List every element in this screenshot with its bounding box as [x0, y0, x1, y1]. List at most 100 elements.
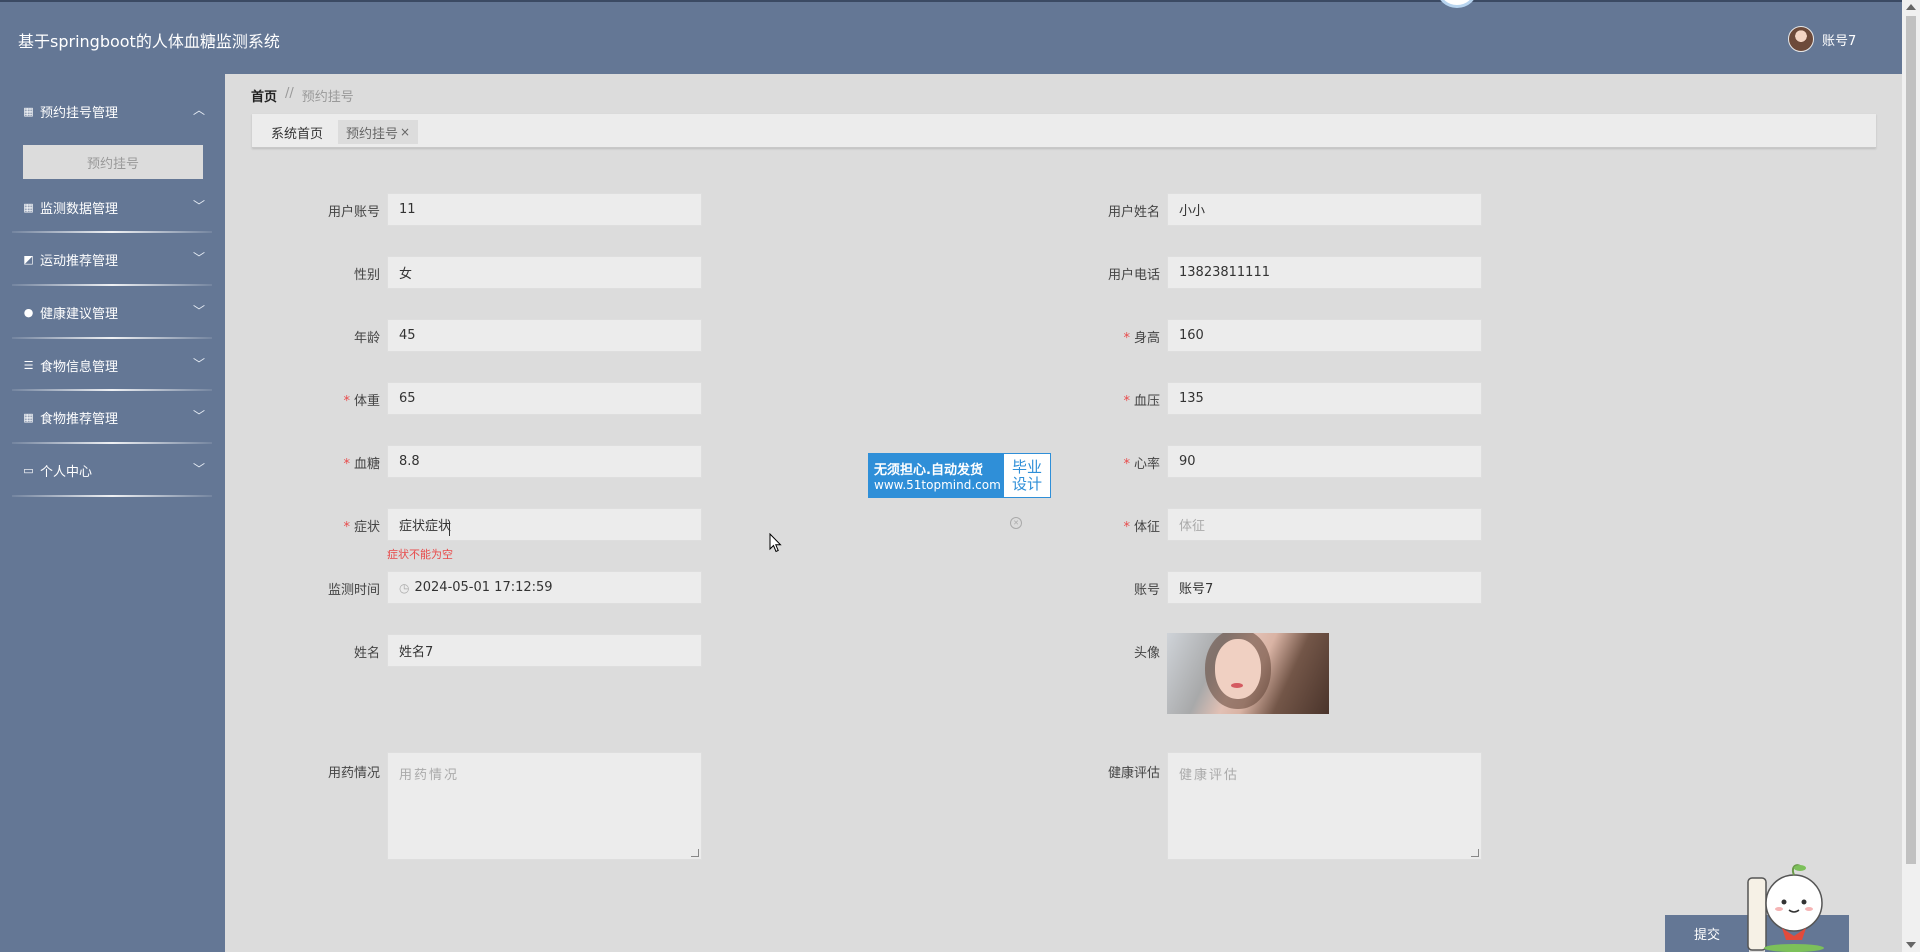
- watermark-right: 毕业 设计: [1004, 454, 1050, 497]
- blood-sugar-label: * 血糖: [343, 457, 380, 472]
- watermark-right-line1: 毕业: [1011, 457, 1042, 476]
- avatar-image[interactable]: [1167, 633, 1329, 714]
- sign-label: * 体征: [1123, 520, 1160, 535]
- monitor-time-field[interactable]: ◷ 2024-05-01 17:12:59: [387, 571, 702, 604]
- user-name-label: 用户姓名: [1107, 205, 1160, 220]
- health-eval-textarea[interactable]: 健康评估: [1167, 752, 1482, 860]
- account-field[interactable]: 账号7: [1167, 571, 1482, 604]
- breadcrumb: 首页 // 预约挂号: [251, 86, 354, 105]
- age-label: 年龄: [353, 331, 380, 346]
- chevron-down-icon: ﹀: [192, 199, 205, 213]
- menu-divider: [12, 337, 212, 339]
- medication-textarea[interactable]: 用药情况: [387, 752, 702, 860]
- sidebar-item-label: 运动推荐管理: [40, 253, 119, 269]
- symptom-field[interactable]: 症状症状: [387, 508, 702, 541]
- gender-field[interactable]: 女: [387, 256, 702, 289]
- blood-pressure-label: * 血压: [1123, 394, 1160, 409]
- mascot-icon: [1747, 864, 1824, 952]
- clear-circle-icon[interactable]: ✕: [1010, 517, 1022, 529]
- chevron-down-icon: ﹀: [192, 409, 205, 423]
- health-eval-placeholder: 健康评估: [1179, 768, 1240, 783]
- sign-field[interactable]: 体征: [1167, 508, 1482, 541]
- tab-bar: 系统首页 预约挂号 ×: [252, 114, 1876, 148]
- sidebar-item-appointment[interactable]: ▦ 预约挂号管理 ︿: [0, 90, 225, 132]
- text-caret: [449, 522, 450, 536]
- name-field[interactable]: 姓名7: [387, 634, 702, 667]
- chevron-up-icon: ︿: [192, 103, 205, 117]
- sidebar-item-label: 监测数据管理: [40, 201, 119, 217]
- tab-label: 预约挂号: [346, 126, 399, 142]
- avatar-face-shape: [1215, 639, 1261, 699]
- chart-icon: ◩: [23, 252, 34, 266]
- user-phone-field[interactable]: 13823811111: [1167, 256, 1482, 289]
- sidebar-item-food-recommend[interactable]: ▦ 食物推荐管理 ﹀: [0, 396, 225, 438]
- menu-divider: [12, 495, 212, 497]
- chevron-down-icon: ﹀: [192, 304, 205, 318]
- scroll-up-arrow-icon[interactable]: [1906, 4, 1916, 10]
- user-menu[interactable]: 账号7: [1788, 26, 1856, 52]
- sidebar-item-exercise[interactable]: ◩ 运动推荐管理 ﹀: [0, 238, 225, 280]
- name-label: 姓名: [353, 646, 380, 661]
- tab-label: 系统首页: [271, 126, 324, 142]
- required-mark: *: [1123, 457, 1130, 472]
- mouse-pointer-icon: [769, 533, 782, 553]
- clock-icon: ◷: [399, 580, 410, 595]
- sidebar-item-food-info[interactable]: ☰ 食物信息管理 ﹀: [0, 344, 225, 386]
- sidebar-item-label: 食物推荐管理: [40, 411, 119, 427]
- medication-placeholder: 用药情况: [399, 768, 460, 783]
- app-title: 基于springboot的人体血糖监测系统: [18, 32, 280, 51]
- scroll-thumb[interactable]: [1906, 16, 1916, 864]
- age-field[interactable]: 45: [387, 319, 702, 352]
- symptom-label: * 症状: [343, 520, 380, 535]
- avatar-lips-shape: [1231, 683, 1243, 688]
- tab-system-home[interactable]: 系统首页: [263, 120, 331, 144]
- sidebar-item-label: 个人中心: [40, 464, 93, 480]
- required-mark: *: [1123, 331, 1130, 346]
- user-account-field[interactable]: 11: [387, 193, 702, 226]
- heart-rate-field[interactable]: 90: [1167, 445, 1482, 478]
- submit-button[interactable]: 提交: [1665, 915, 1749, 952]
- bulb-icon: ●: [23, 305, 34, 319]
- grid-icon: ▦: [23, 410, 34, 424]
- tab-appointment[interactable]: 预约挂号 ×: [338, 120, 419, 144]
- account-label: 账号: [1133, 583, 1160, 598]
- height-label: * 身高: [1123, 331, 1160, 346]
- user-avatar: [1788, 26, 1814, 52]
- watermark-badge: 无须担心.自动发货 www.51topmind.com 毕业 设计: [868, 453, 1051, 498]
- required-mark: *: [1123, 394, 1130, 409]
- sidebar-item-health-advice[interactable]: ● 健康建议管理 ﹀: [0, 291, 225, 333]
- user-name-field[interactable]: 小小: [1167, 193, 1482, 226]
- blood-pressure-field[interactable]: 135: [1167, 382, 1482, 415]
- grid-icon: ▦: [23, 104, 34, 118]
- sidebar-item-label: 食物信息管理: [40, 359, 119, 375]
- sidebar-item-label: 健康建议管理: [40, 306, 119, 322]
- user-phone-label: 用户电话: [1107, 268, 1160, 283]
- required-mark: *: [343, 457, 350, 472]
- weight-field[interactable]: 65: [387, 382, 702, 415]
- grid-icon: ▦: [23, 200, 34, 214]
- chevron-down-icon: ﹀: [192, 357, 205, 371]
- breadcrumb-home[interactable]: 首页: [251, 86, 277, 105]
- scroll-down-arrow-icon[interactable]: [1906, 942, 1916, 948]
- close-icon[interactable]: ×: [400, 125, 410, 139]
- sidebar: ▦ 预约挂号管理 ︿ 预约挂号 ▦ 监测数据管理 ﹀ ◩ 运动推荐管理 ﹀ ● …: [0, 74, 225, 952]
- resize-grip-icon[interactable]: [691, 849, 699, 857]
- sidebar-item-monitoring[interactable]: ▦ 监测数据管理 ﹀: [0, 186, 225, 228]
- avatar-label: 头像: [1133, 646, 1160, 661]
- menu-divider: [12, 442, 212, 444]
- menu-divider: [12, 231, 212, 233]
- page-scrollbar[interactable]: [1902, 0, 1920, 952]
- height-field[interactable]: 160: [1167, 319, 1482, 352]
- user-name: 账号7: [1822, 33, 1857, 49]
- resize-grip-icon[interactable]: [1471, 849, 1479, 857]
- sidebar-item-personal-center[interactable]: ▭ 个人中心 ﹀: [0, 449, 225, 491]
- list-icon: ☰: [23, 358, 34, 372]
- watermark-line2: www.51topmind.com: [874, 478, 1001, 492]
- submenu-item-appointment[interactable]: 预约挂号: [23, 145, 203, 179]
- user-account-label: 用户账号: [327, 205, 380, 220]
- breadcrumb-separator: //: [285, 86, 294, 101]
- blood-sugar-field[interactable]: 8.8: [387, 445, 702, 478]
- symptom-error-message: 症状不能为空: [387, 548, 453, 561]
- gender-label: 性别: [353, 268, 380, 283]
- health-eval-label: 健康评估: [1107, 766, 1160, 781]
